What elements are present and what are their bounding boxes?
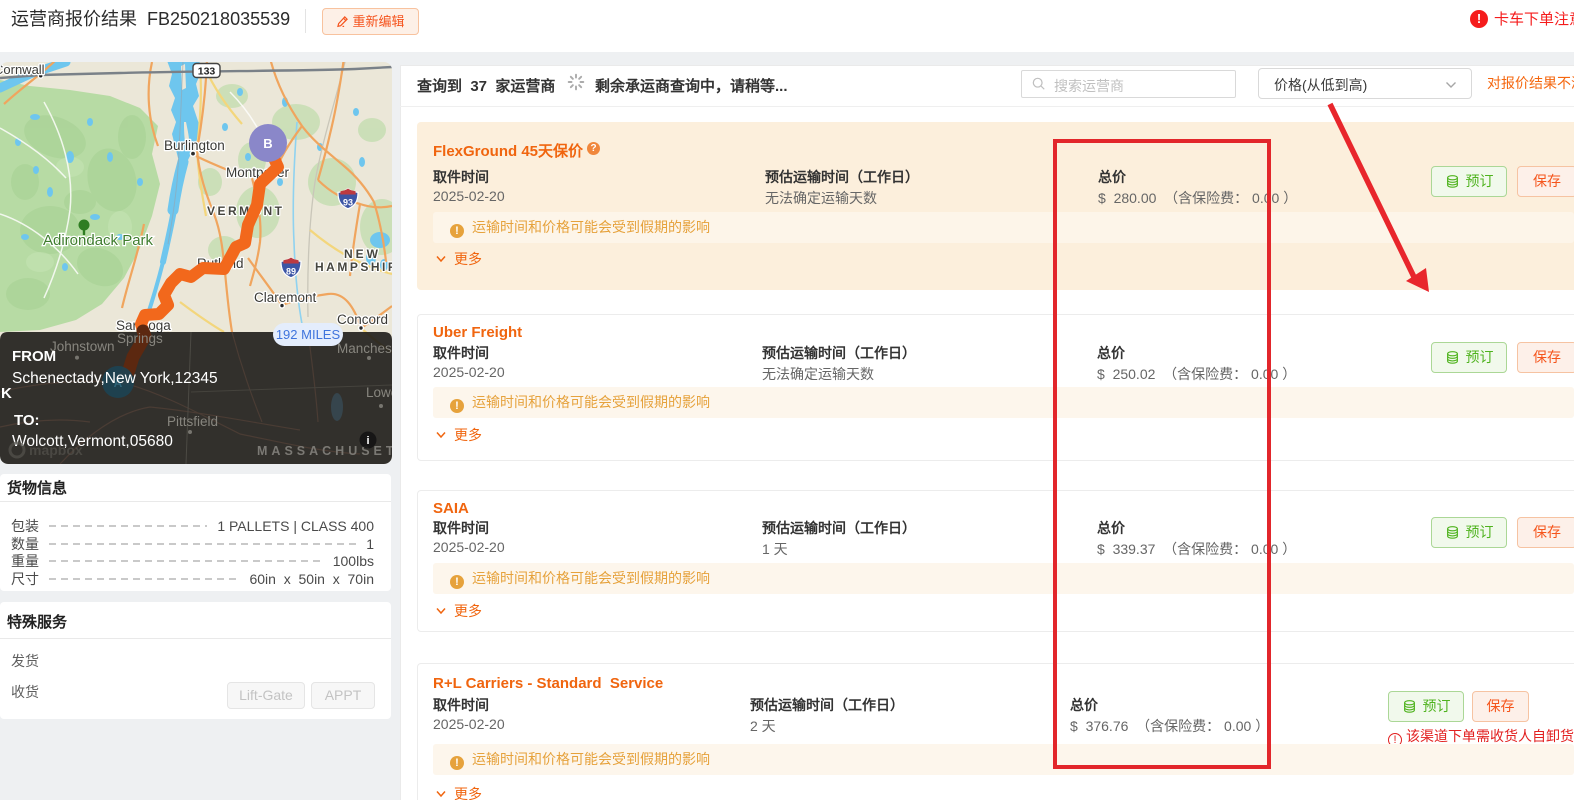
svg-text:Springs: Springs [117, 331, 163, 346]
svg-text:93: 93 [343, 198, 353, 208]
svg-text:HAMPSHIRE: HAMPSHIRE [315, 260, 392, 274]
svg-text:Adirondack Park: Adirondack Park [43, 232, 154, 249]
svg-text:Lowell: Lowell [366, 385, 392, 400]
svg-text:133: 133 [198, 66, 216, 78]
svg-text:89: 89 [286, 267, 296, 277]
svg-text:mapbox: mapbox [29, 442, 83, 458]
svg-text:K: K [1, 385, 12, 402]
svg-text:Pittsfield: Pittsfield [167, 414, 218, 429]
svg-text:Claremont: Claremont [254, 290, 317, 305]
svg-text:B: B [263, 136, 272, 151]
svg-text:FROM: FROM [12, 348, 56, 365]
svg-text:TO:: TO: [14, 412, 40, 429]
svg-text:Concord: Concord [337, 312, 388, 327]
svg-text:NEW: NEW [344, 247, 381, 261]
svg-text:192 MILES: 192 MILES [276, 327, 341, 342]
svg-text:Johnstown: Johnstown [50, 339, 115, 354]
svg-text:i: i [366, 435, 369, 447]
svg-text:Schenectady,New York,12345: Schenectady,New York,12345 [12, 370, 218, 387]
svg-text:Manchester: Manchester [337, 341, 392, 356]
svg-text:Cornwall: Cornwall [0, 62, 45, 77]
